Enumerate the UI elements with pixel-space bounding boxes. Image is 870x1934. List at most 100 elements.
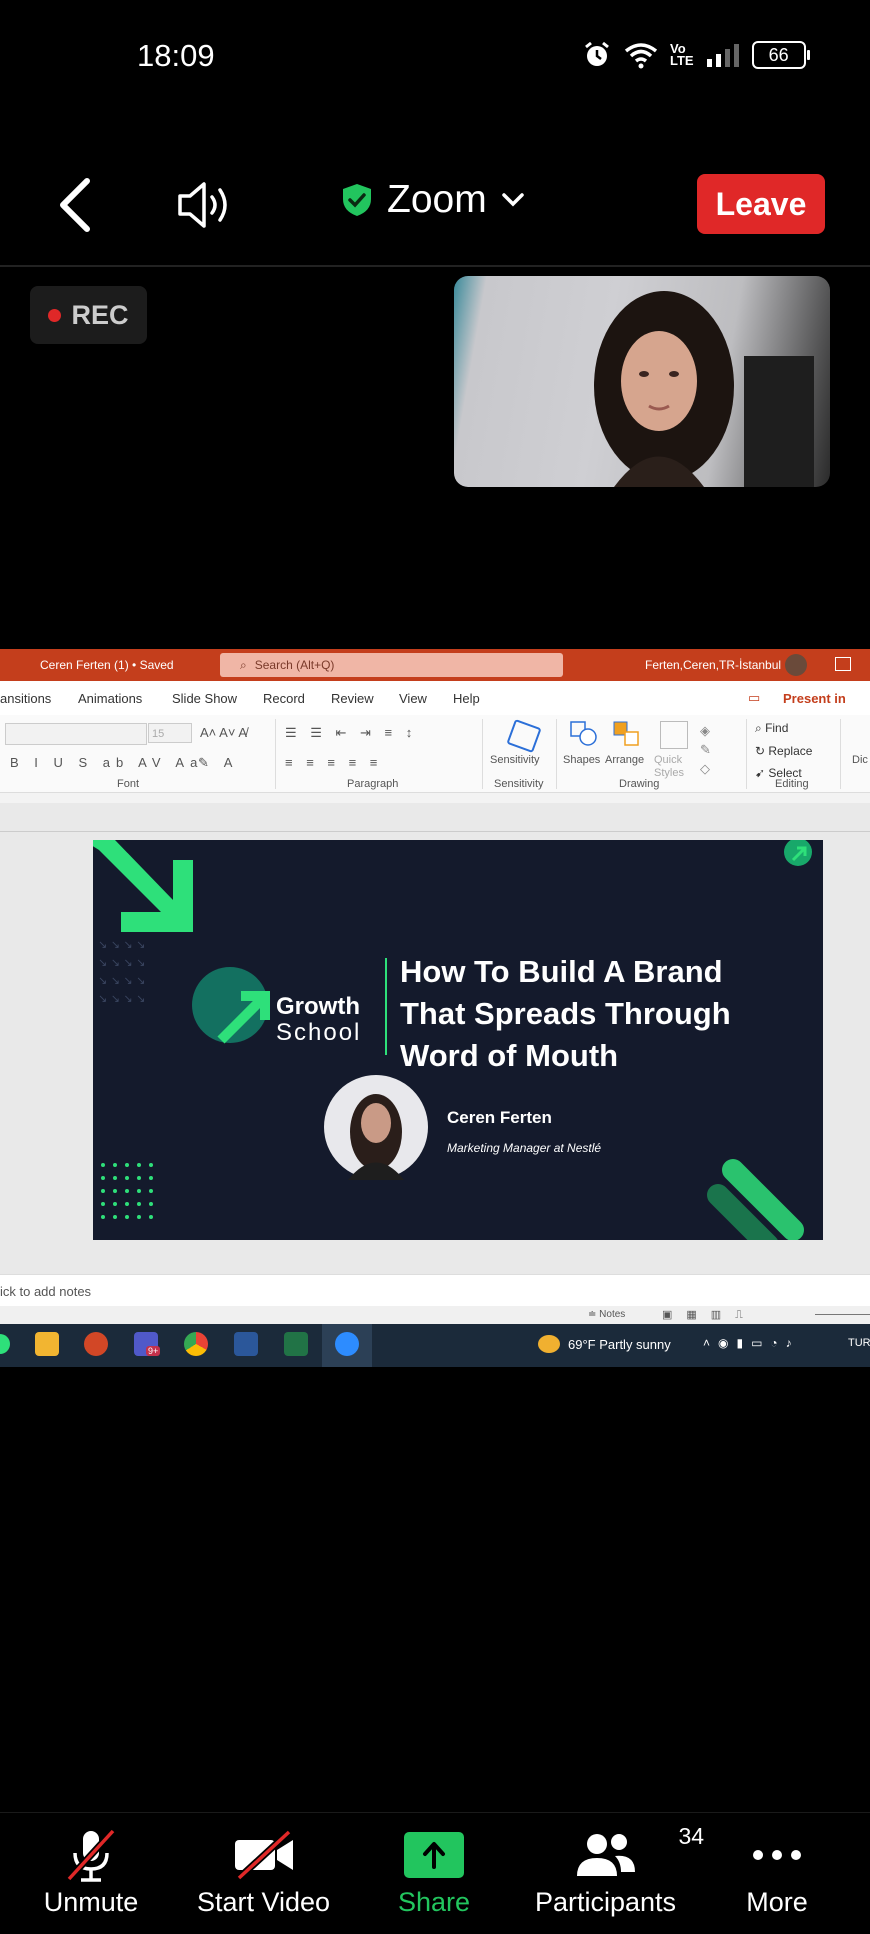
taskbar-app-icon[interactable] <box>0 1334 10 1354</box>
more-dots-icon <box>753 1850 801 1860</box>
group-sensitivity-label: Sensitivity <box>494 778 544 790</box>
weather-text[interactable]: 69°F Partly sunny <box>568 1337 671 1352</box>
zoom-app-icon[interactable] <box>335 1332 359 1356</box>
record-dot-icon <box>48 308 62 322</box>
shapes-icon[interactable] <box>570 721 597 746</box>
group-drawing-label: Drawing <box>619 778 660 790</box>
share-arrow-icon <box>404 1832 464 1878</box>
topbar-divider <box>0 265 870 267</box>
tab-slide-show[interactable]: Slide Show <box>172 691 237 706</box>
svg-text:↘ ↘ ↘ ↘: ↘ ↘ ↘ ↘ <box>98 956 145 969</box>
replace-button[interactable]: ↻ Replace <box>755 744 812 758</box>
sensitivity-icon[interactable] <box>506 718 542 754</box>
tab-animations[interactable]: Animations <box>78 691 142 706</box>
arrange-button-label[interactable]: Arrange <box>605 754 644 766</box>
font-color-buttons[interactable]: ✎ A <box>198 755 238 771</box>
quick-styles-icon[interactable] <box>660 721 688 749</box>
tab-record[interactable]: Record <box>263 691 305 706</box>
window-restore-icon[interactable] <box>835 657 851 671</box>
recording-badge[interactable]: REC <box>30 286 147 344</box>
zoom-slider[interactable] <box>815 1314 870 1315</box>
muted-mic-icon <box>66 1828 116 1882</box>
ribbon-separator <box>482 719 483 789</box>
quick-styles-label[interactable]: Quick Styles <box>654 754 694 780</box>
powerpoint-titlebar: Ceren Ferten (1) • Saved ⌕ Search (Alt+Q… <box>0 649 870 681</box>
shapes-button-label[interactable]: Shapes <box>563 754 600 766</box>
tab-transitions[interactable]: ansitions <box>0 691 51 706</box>
teams-badge: 9+ <box>146 1346 161 1356</box>
slide-title-line: That Spreads Through <box>400 996 731 1031</box>
more-button[interactable]: More <box>744 1823 810 1918</box>
alarm-icon <box>585 41 609 66</box>
search-placeholder: Search (Alt+Q) <box>254 658 335 672</box>
avatar[interactable] <box>785 654 807 676</box>
taskbar-clock: TUR <box>848 1337 870 1349</box>
chevron-down-icon <box>501 193 524 207</box>
font-format-buttons[interactable]: B I U S ab AV Aa <box>10 755 203 770</box>
participants-icon <box>576 1834 635 1876</box>
excel-icon[interactable] <box>284 1332 308 1356</box>
weather-icon <box>538 1335 560 1353</box>
back-button[interactable] <box>55 175 95 235</box>
participants-button[interactable]: 34 Participants <box>533 1823 704 1918</box>
tab-help[interactable]: Help <box>453 691 480 706</box>
start-video-button[interactable]: Start Video <box>196 1823 331 1918</box>
unmute-button[interactable]: Unmute <box>44 1823 138 1918</box>
chrome-icon[interactable] <box>184 1332 208 1356</box>
powerpoint-statusbar: ≐ Notes ▣▦▥⎍ <box>0 1306 870 1324</box>
present-in-button[interactable]: Present in <box>783 691 846 706</box>
powerpoint-icon[interactable] <box>84 1332 108 1356</box>
search-icon: ⌕ <box>240 657 247 672</box>
group-font-label: Font <box>117 778 140 790</box>
powerpoint-search[interactable]: ⌕ Search (Alt+Q) <box>220 653 563 677</box>
sensitivity-button-label[interactable]: Sensitivity <box>490 754 540 766</box>
video-off-icon <box>234 1830 293 1880</box>
store-icon[interactable] <box>35 1332 59 1356</box>
meeting-title: Zoom <box>387 178 487 221</box>
shape-fill-buttons[interactable]: ◈ ✎ ◇ <box>700 721 711 778</box>
slide-title: How To Build A Brand That Spreads Throug… <box>400 951 731 1077</box>
arrange-icon[interactable] <box>613 721 641 750</box>
grow-font-button[interactable]: A˄ A˅ A̸ <box>200 725 247 740</box>
speaker-button[interactable] <box>176 180 236 230</box>
signal-icon <box>706 44 739 67</box>
word-icon[interactable] <box>234 1332 258 1356</box>
unmute-label: Unmute <box>43 1887 139 1917</box>
notes-button[interactable]: ≐ Notes <box>588 1309 625 1320</box>
start-video-label: Start Video <box>196 1887 331 1917</box>
comment-icon[interactable]: ▭ <box>748 690 760 706</box>
group-editing-label: Editing <box>775 778 809 790</box>
font-size-select[interactable]: 15 <box>148 723 192 743</box>
view-buttons[interactable]: ▣▦▥⎍ <box>662 1308 757 1322</box>
tab-view[interactable]: View <box>399 691 427 706</box>
meeting-title-dropdown[interactable]: Zoom <box>341 178 525 222</box>
shared-screen[interactable]: Ceren Ferten (1) • Saved ⌕ Search (Alt+Q… <box>0 649 870 1367</box>
participants-label: Participants <box>534 1887 677 1917</box>
ruler-line <box>0 831 870 832</box>
share-button[interactable]: Share <box>397 1823 471 1918</box>
slide-speaker-role: Marketing Manager at Nestlé <box>447 1141 602 1155</box>
participant-video-tile[interactable] <box>454 276 830 487</box>
account-name: Ferten,Ceren,TR-İstanbul <box>645 658 782 672</box>
dictate-button-label[interactable]: Dic <box>852 754 868 766</box>
participant-video-image <box>594 291 814 487</box>
meeting-toolbar: Unmute Start Video Share 34 Participants… <box>0 1812 870 1934</box>
align-buttons[interactable]: ≡ ≡ ≡ ≡ ≡ <box>285 755 382 770</box>
svg-text:↘ ↘ ↘ ↘: ↘ ↘ ↘ ↘ <box>98 992 145 1005</box>
volte-icon: Vo LTE <box>670 41 694 68</box>
document-title: Ceren Ferten (1) • Saved <box>40 658 174 672</box>
system-tray-icons[interactable]: ˄◉▮▭◔♪ <box>703 1336 800 1350</box>
find-button[interactable]: ⌕ Find <box>755 721 788 736</box>
svg-text:↘ ↘ ↘ ↘: ↘ ↘ ↘ ↘ <box>98 974 145 987</box>
battery-icon: 66 <box>751 41 810 69</box>
list-buttons[interactable]: ☰ ☰ ⇤ ⇥ ≡ ↕ <box>285 725 417 741</box>
slide-speaker-name: Ceren Ferten <box>447 1108 552 1127</box>
group-paragraph-label: Paragraph <box>347 778 399 790</box>
font-family-select[interactable] <box>5 723 147 745</box>
notes-pane[interactable]: ick to add notes <box>0 1274 870 1307</box>
slide[interactable]: ↘ ↘ ↘ ↘ ↘ ↘ ↘ ↘ ↘ ↘ ↘ ↘ ↘ ↘ ↘ ↘ Growth S… <box>93 840 823 1240</box>
tab-review[interactable]: Review <box>331 691 374 706</box>
status-time: 18:09 <box>137 38 215 73</box>
leave-button[interactable]: Leave <box>697 174 825 234</box>
ribbon-separator <box>840 719 841 789</box>
